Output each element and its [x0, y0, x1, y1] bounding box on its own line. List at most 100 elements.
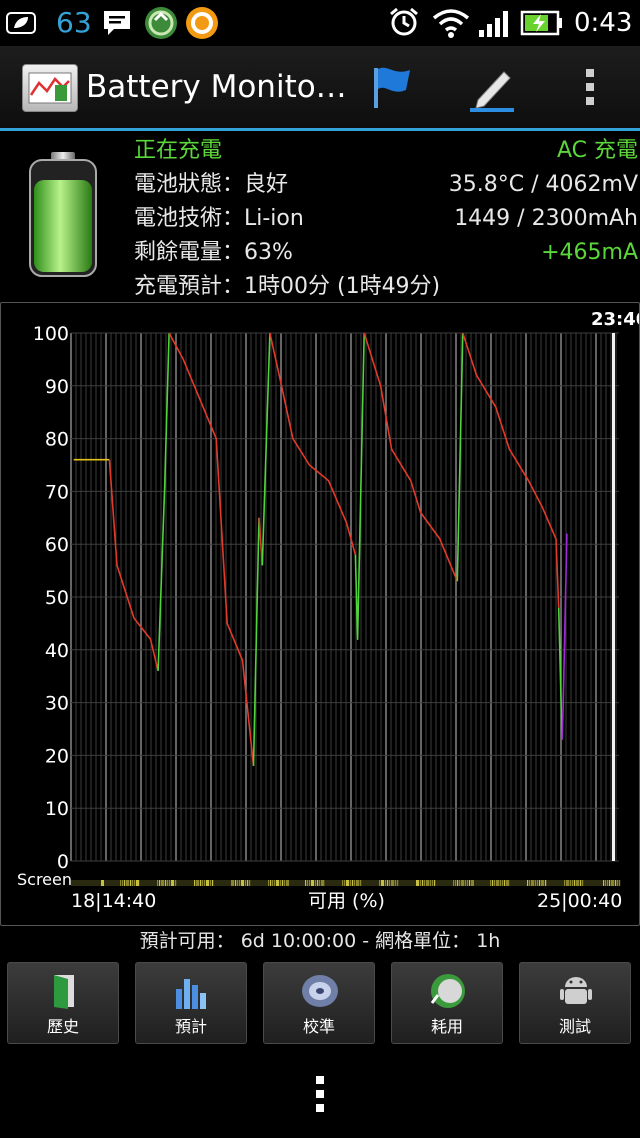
screen-on-tick: [354, 880, 356, 886]
y-tick-label: 90: [45, 376, 69, 398]
screen-on-tick: [617, 880, 619, 886]
screen-on-tick: [167, 880, 169, 886]
screen-on-tick: [309, 880, 311, 886]
screen-on-tick: [280, 880, 282, 886]
screen-on-tick: [457, 880, 459, 886]
screen-on-tick: [202, 880, 204, 886]
screen-on-tick: [200, 880, 202, 886]
alarm-icon: [390, 7, 418, 36]
screen-on-tick: [385, 880, 387, 886]
screen-on-tick: [572, 880, 574, 886]
disc-icon: [302, 975, 338, 1007]
calibrate-button[interactable]: 校準: [263, 962, 375, 1044]
screen-on-tick: [611, 880, 614, 886]
usage-button[interactable]: 耗用: [391, 962, 503, 1044]
screen-on-tick: [387, 880, 389, 886]
forecast-summary: 預計可用： 6d 10:00:00 - 網格單位： 1h: [139, 930, 501, 952]
clock: 0:43: [574, 8, 633, 38]
screen-on-tick: [381, 880, 384, 886]
battery-health: 電池狀態：良好: [134, 172, 289, 197]
screen-on-tick: [239, 880, 241, 886]
screen-on-tick: [455, 880, 457, 886]
screen-on-tick: [342, 880, 344, 886]
y-tick-labels: 1009080706050403020100: [33, 323, 69, 873]
signal-icon: [479, 11, 508, 37]
battery-level-icon: [29, 152, 97, 277]
screen-on-tick: [122, 880, 124, 886]
screen-label: Screen: [17, 870, 72, 889]
screen-on-tick: [126, 880, 129, 886]
flag-button[interactable]: [364, 60, 420, 114]
screen-on-tick: [391, 880, 394, 886]
overflow-menu-button[interactable]: [562, 60, 618, 114]
test-button[interactable]: 測試: [519, 962, 631, 1044]
screen-on-tick: [268, 880, 270, 886]
screen-on-tick: [576, 880, 579, 886]
android-icon: [560, 977, 592, 1004]
screen-on-tick: [132, 880, 134, 886]
screen-on-tick: [245, 880, 247, 886]
screen-on-tick: [196, 880, 199, 886]
screen-on-tick: [346, 880, 349, 886]
status-bar: 63 0:43: [0, 0, 640, 46]
screen-on-tick: [459, 880, 461, 886]
horizontal-grid: [71, 332, 619, 862]
screen-on-tick: [494, 880, 496, 886]
screen-on-tick: [502, 880, 504, 886]
screen-on-tick: [212, 880, 214, 886]
screen-on-tick: [130, 880, 132, 886]
screen-on-tick: [272, 880, 274, 886]
screen-on-tick: [389, 880, 391, 886]
battery-technology: 電池技術：Li-ion: [134, 206, 304, 231]
screen-on-tick: [564, 880, 566, 886]
calibrate-label: 校準: [302, 1017, 335, 1036]
y-tick-label: 20: [45, 745, 69, 767]
screen-on-tick: [270, 880, 272, 886]
y-tick-label: 70: [45, 481, 69, 503]
screen-on-tick: [422, 880, 424, 886]
screen-on-tick: [490, 880, 492, 886]
screen-on-tick: [416, 880, 419, 886]
screen-on-tick: [467, 880, 469, 886]
screen-on-tick: [356, 880, 359, 886]
screen-on-tick: [465, 880, 467, 886]
y-tick-label: 30: [45, 693, 69, 715]
screen-on-tick: [527, 880, 529, 886]
screen-on-tick: [434, 880, 436, 886]
battery-chart[interactable]: 1009080706050403020100 23:40 Screen 18|1…: [0, 302, 640, 926]
screen-on-tick: [210, 880, 212, 886]
screen-on-tick: [432, 880, 434, 886]
screen-on-tick: [274, 880, 276, 886]
flag-icon: [374, 67, 410, 108]
screen-on-tick: [157, 880, 159, 886]
screen-on-tick: [204, 880, 206, 886]
screen-on-tick: [136, 880, 139, 886]
screen-on-tick: [235, 880, 237, 886]
screen-on-tick: [237, 880, 239, 886]
y-tick-label: 100: [33, 323, 69, 345]
screen-on-tick: [175, 880, 177, 886]
app-logo-icon: [22, 64, 78, 112]
screen-on-tick: [603, 880, 605, 886]
history-label: 歷史: [46, 1017, 79, 1036]
screen-on-tick: [231, 880, 234, 886]
charging-status: 正在充電: [134, 138, 223, 163]
screen-on-tick: [161, 880, 164, 886]
forecast-label: 預計: [174, 1017, 207, 1036]
screen-on-tick: [426, 880, 429, 886]
y-tick-label: 60: [45, 534, 69, 556]
screen-on-tick: [284, 880, 286, 886]
y-tick-label: 80: [45, 429, 69, 451]
edit-button[interactable]: [464, 60, 520, 114]
battery-charging-icon: [520, 10, 562, 36]
screen-on-tick: [607, 880, 609, 886]
screen-on-tick: [169, 880, 171, 886]
forecast-button[interactable]: 預計: [135, 962, 247, 1044]
history-button[interactable]: 歷史: [7, 962, 119, 1044]
app-title: Battery Monito…: [86, 69, 347, 105]
screen-on-tick: [615, 880, 617, 886]
x-end-label: 25|00:40: [537, 890, 622, 912]
bar-chart-icon: [176, 979, 206, 1009]
system-menu-button[interactable]: [310, 1072, 330, 1116]
temperature-voltage: 35.8°C / 4062mV: [448, 172, 638, 197]
